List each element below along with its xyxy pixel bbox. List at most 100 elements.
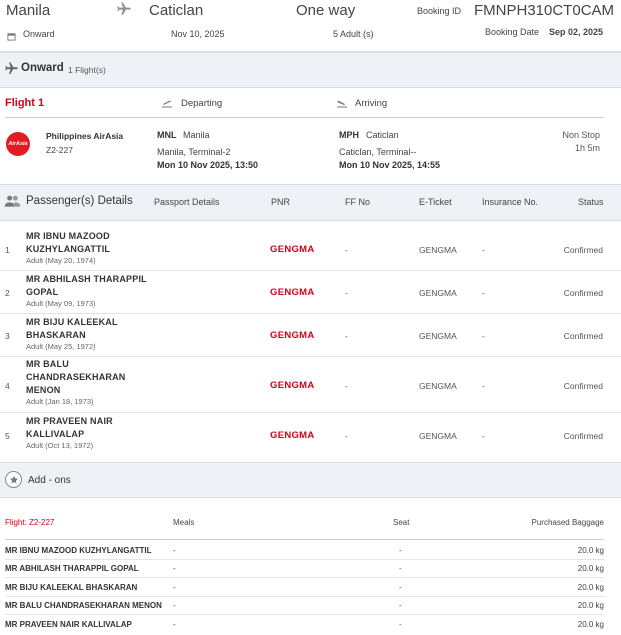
col-seat: Seat — [393, 518, 410, 527]
insurance-value: - — [482, 431, 485, 441]
row-number: 5 — [5, 431, 10, 441]
departing-icon — [161, 96, 173, 114]
booking-id-label: Booking ID — [417, 6, 462, 16]
addon-seat: - — [399, 620, 402, 629]
booking-id: FMNPH310CT0CAM — [474, 2, 615, 19]
addon-seat: - — [399, 601, 402, 610]
col-ffno: FF No — [345, 197, 371, 207]
people-icon — [4, 194, 21, 213]
pax-summary: 5 Adult (s) — [333, 29, 374, 39]
departure-city: Manila — [183, 130, 210, 140]
flight-label: Flight 1 — [5, 97, 45, 109]
addon-baggage: 20.0 kg — [577, 564, 604, 573]
addons-flight-label: Flight: Z2-227 — [5, 518, 55, 527]
arriving-icon — [336, 96, 348, 114]
passengers-title: Passenger(s) Details — [26, 195, 133, 207]
passenger-dob: Adult (Jan 18, 1973) — [26, 397, 94, 406]
calendar-icon — [7, 28, 16, 46]
arrival-code: MPH — [339, 130, 359, 140]
eticket-value: GENGMA — [419, 288, 457, 298]
passenger-name: MR BALU CHANDRASEKHARAN MENON Adult (Jan… — [26, 359, 126, 406]
departure-terminal: Manila, Terminal-2 — [157, 147, 231, 157]
addon-passenger: MR PRAVEEN NAIR KALLIVALAP — [5, 620, 132, 629]
addon-passenger: MR BIJU KALEEKAL BHASKARAN — [5, 583, 138, 592]
row-number: 2 — [5, 288, 10, 298]
airline-logo: AirAsia — [6, 132, 30, 156]
col-meals: Meals — [173, 518, 195, 527]
addon-seat: - — [399, 583, 402, 592]
status-value: Confirmed — [563, 381, 603, 391]
divider — [5, 559, 604, 560]
addon-baggage: 20.0 kg — [577, 601, 604, 610]
eticket-value: GENGMA — [419, 331, 457, 341]
destination-city: Caticlan — [149, 2, 204, 19]
passenger-dob: Adult (May 20, 1974) — [26, 256, 96, 265]
pnr-value: GENGMA — [270, 430, 315, 441]
arriving-label: Arriving — [355, 98, 388, 109]
duration: 1h 5m — [574, 143, 600, 153]
pnr-value: GENGMA — [270, 244, 315, 255]
addon-meals: - — [173, 546, 176, 555]
divider — [5, 117, 604, 118]
plane-icon — [4, 61, 19, 81]
col-baggage: Purchased Baggage — [531, 518, 605, 527]
booking-date: Sep 02, 2025 — [549, 27, 604, 37]
star-icon — [5, 471, 22, 488]
divider — [5, 596, 604, 597]
onward-title: Onward — [21, 62, 64, 74]
ffno-value: - — [345, 431, 348, 441]
divider — [5, 539, 604, 540]
eticket-value: GENGMA — [419, 431, 457, 441]
divider — [0, 356, 621, 357]
passenger-name: MR IBNU MAZOOD KUZHYLANGATTIL Adult (May… — [26, 231, 111, 265]
flight-number: Z2-227 — [46, 145, 73, 155]
passenger-dob: Adult (Oct 13, 1972) — [26, 441, 94, 450]
row-number: 3 — [5, 331, 10, 341]
stops-info: Non Stop — [562, 130, 600, 140]
passenger-dob: Adult (May 09, 1973) — [26, 299, 96, 308]
onward-label: Onward — [23, 29, 55, 39]
addon-passenger: MR ABHILASH THARAPPIL GOPAL — [5, 564, 139, 573]
departure-time: Mon 10 Nov 2025, 13:50 — [157, 160, 259, 170]
insurance-value: - — [482, 245, 485, 255]
trip-type: One way — [296, 2, 356, 19]
addon-baggage: 20.0 kg — [577, 583, 604, 592]
row-number: 4 — [5, 381, 10, 391]
arrival-time: Mon 10 Nov 2025, 14:55 — [339, 160, 441, 170]
divider — [0, 270, 621, 271]
status-value: Confirmed — [563, 245, 603, 255]
divider — [5, 614, 604, 615]
pnr-value: GENGMA — [270, 287, 315, 298]
status-value: Confirmed — [563, 288, 603, 298]
addons-header — [0, 462, 621, 498]
eticket-value: GENGMA — [419, 245, 457, 255]
col-status: Status — [578, 197, 604, 207]
addon-seat: - — [399, 564, 402, 573]
airline-name: Philippines AirAsia — [46, 131, 124, 141]
addon-meals: - — [173, 564, 176, 573]
addon-passenger: MR IBNU MAZOOD KUZHYLANGATTIL — [5, 546, 152, 555]
divider — [5, 577, 604, 578]
addons-title: Add - ons — [28, 475, 71, 486]
arrival-terminal: Caticlan, Terminal-- — [339, 147, 417, 157]
col-passport: Passport Details — [154, 197, 220, 207]
col-pnr: PNR — [271, 197, 291, 207]
ffno-value: - — [345, 331, 348, 341]
plane-icon — [116, 1, 132, 22]
passenger-name: MR ABHILASH THARAPPIL GOPAL Adult (May 0… — [26, 274, 147, 308]
addon-meals: - — [173, 583, 176, 592]
insurance-value: - — [482, 288, 485, 298]
status-value: Confirmed — [563, 431, 603, 441]
row-number: 1 — [5, 245, 10, 255]
departing-label: Departing — [181, 98, 223, 109]
pnr-value: GENGMA — [270, 380, 315, 391]
col-insurance: Insurance No. — [482, 197, 539, 207]
departure-code: MNL — [157, 130, 177, 140]
ffno-value: - — [345, 381, 348, 391]
addon-passenger: MR BALU CHANDRASEKHARAN MENON — [5, 601, 162, 610]
ffno-value: - — [345, 245, 348, 255]
divider — [0, 412, 621, 413]
pnr-value: GENGMA — [270, 330, 315, 341]
col-eticket: E-Ticket — [419, 197, 452, 207]
ffno-value: - — [345, 288, 348, 298]
